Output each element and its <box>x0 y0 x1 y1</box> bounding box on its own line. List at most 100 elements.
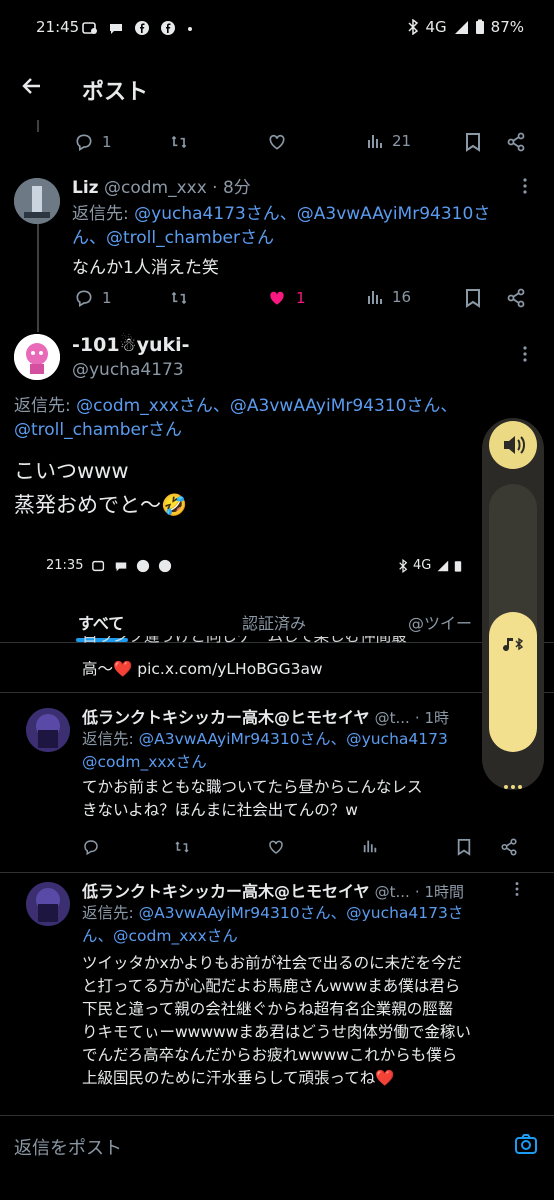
facebook-icon <box>136 559 150 573</box>
heart-filled-icon <box>270 291 284 305</box>
bookmark-button[interactable] <box>464 288 482 308</box>
bookmark-button[interactable] <box>456 838 472 856</box>
volume-more-button[interactable] <box>503 776 523 795</box>
handle[interactable]: @t... <box>375 883 410 901</box>
back-button[interactable] <box>20 74 44 105</box>
share-icon <box>501 838 517 856</box>
reply-mentions[interactable]: @A3vwAAyiMr94310さん、@yucha4173 <box>139 730 448 748</box>
reply-button[interactable]: 1 <box>74 288 112 308</box>
bookmark-icon <box>466 133 480 152</box>
heart-icon <box>269 840 283 854</box>
timestamp: · 1時 <box>414 709 449 727</box>
post-text-line: と打ってる方が心配だよお馬鹿さんwwwまあ僕は君ら <box>82 977 461 995</box>
network-type: 4G <box>425 18 447 36</box>
like-button[interactable] <box>266 838 286 856</box>
reply-mentions[interactable]: @yucha4173さん、@A3vwAAyiMr94310さ <box>134 204 490 224</box>
views-button[interactable] <box>362 838 378 854</box>
display-name[interactable]: 低ランクトキシッカー高木@ヒモセイヤ <box>82 882 370 901</box>
views-button[interactable]: 16 <box>366 288 411 306</box>
like-count: 1 <box>296 289 306 307</box>
display-name[interactable]: Liz <box>72 178 99 198</box>
chat-icon <box>115 562 127 572</box>
repost-icon <box>171 135 187 149</box>
more-options-button[interactable] <box>522 344 528 368</box>
display-name[interactable]: -101☃yuki- <box>72 334 190 356</box>
ringer-mode-button[interactable] <box>489 421 537 469</box>
battery-percent: 87% <box>490 18 524 36</box>
speaker-icon <box>504 436 525 454</box>
reply-mentions[interactable]: @troll_chamberさん <box>14 418 484 442</box>
reply-to: 返信先: @codm_xxxさん、@A3vwAAyiMr94310さん、 @tr… <box>14 394 484 442</box>
media-volume-slider[interactable] <box>489 484 537 752</box>
reply-mentions[interactable]: @codm_xxxさん、@A3vwAAyiMr94310さん、 <box>76 396 457 416</box>
avatar[interactable] <box>14 334 60 380</box>
reply-mentions[interactable]: ん、@troll_chamberさん <box>72 226 542 250</box>
prev-post-actions: 1 21 <box>0 132 554 162</box>
reply-mentions[interactable]: @codm_xxxさん <box>82 751 482 774</box>
status-time: 21:45 <box>36 18 80 36</box>
repost-button[interactable] <box>168 288 190 308</box>
partial-text-line: 自ランク違うけど同じゲームして楽しむ仲間最 <box>82 636 407 645</box>
reply-button[interactable]: 1 <box>74 132 112 152</box>
repost-button[interactable] <box>168 132 190 152</box>
share-button[interactable] <box>506 288 526 308</box>
reply-label: 返信先: <box>72 204 135 224</box>
handle[interactable]: @codm_xxx <box>104 178 207 198</box>
reply-icon <box>76 134 92 151</box>
like-button[interactable]: 1 <box>266 288 306 308</box>
volume-level-fill <box>489 612 537 752</box>
share-button[interactable] <box>500 838 518 856</box>
reply-icon <box>84 840 98 856</box>
embedded-network: 4G <box>413 558 432 573</box>
page-title: ポスト <box>82 80 149 105</box>
avatar[interactable] <box>26 708 70 752</box>
post-text: なんか1人消えた笑 <box>72 258 219 278</box>
share-icon <box>507 288 525 308</box>
embedded-notification-icons <box>92 559 172 573</box>
views-count: 16 <box>392 288 412 306</box>
avatar[interactable] <box>26 882 70 926</box>
arrow-left-icon <box>22 78 40 94</box>
repost-icon <box>171 291 187 305</box>
avatar-image <box>26 882 70 926</box>
post-text-line: こいつwww <box>14 459 129 483</box>
camera-icon <box>515 1134 537 1154</box>
tab-mentions[interactable]: @ツイー <box>408 610 472 634</box>
bookmark-button[interactable] <box>464 132 482 152</box>
reply-input[interactable]: 返信をポスト <box>14 1134 122 1160</box>
battery-icon <box>475 19 484 34</box>
camera-button[interactable] <box>514 1133 538 1159</box>
handle[interactable]: @t... <box>375 709 410 727</box>
more-vertical-icon <box>523 346 527 362</box>
handle[interactable]: @yucha4173 <box>72 360 184 380</box>
post-text: こいつwww 蒸発おめでと〜🤣 <box>14 454 187 522</box>
avatar[interactable] <box>14 178 60 224</box>
thread-line <box>37 120 39 132</box>
more-options-button[interactable] <box>522 176 528 200</box>
reply-to: 返信先: @A3vwAAyiMr94310さん、@yucha4173さ ん、@c… <box>82 902 522 948</box>
partial-text-line: 高〜❤️ pic.x.com/yLHoBGG3aw <box>82 660 323 678</box>
tab-verified[interactable]: 認証済み <box>242 610 306 634</box>
post-text-line: でんだろ高卒なんだからお疲れwwwwこれからも僕ら <box>82 1046 458 1064</box>
heart-icon <box>269 134 285 150</box>
bluetooth-icon <box>408 19 419 35</box>
tab-all[interactable]: すべて <box>78 610 124 634</box>
reply-mentions[interactable]: @A3vwAAyiMr94310さん、@yucha4173さ <box>139 904 464 922</box>
post-text-line: 下民と違って親の会社継ぐからね超有名企業親の脛齧 <box>82 1000 454 1018</box>
reply-button[interactable] <box>82 838 100 856</box>
display-name[interactable]: 低ランクトキシッカー高木@ヒモセイヤ <box>82 708 370 727</box>
reply-label: 返信先: <box>82 730 139 748</box>
views-button[interactable]: 21 <box>366 132 411 150</box>
bookmark-icon <box>466 289 480 308</box>
timestamp: · 8分 <box>212 178 251 198</box>
post-text-line: ツイッタかxかよりもお前が社会で出るのに未だを今だ <box>82 954 463 972</box>
post-header: 低ランクトキシッカー高木@ヒモセイヤ @t... · 1時間 <box>82 878 502 902</box>
more-options-button[interactable] <box>514 880 520 902</box>
like-button[interactable] <box>266 132 288 152</box>
more-vertical-icon <box>523 178 527 194</box>
timestamp: · 1時間 <box>414 883 464 901</box>
reply-mentions[interactable]: ん、@codm_xxxさん <box>82 925 522 948</box>
repost-button[interactable] <box>172 838 192 856</box>
share-button[interactable] <box>506 132 526 152</box>
reply-to: 返信先: @yucha4173さん、@A3vwAAyiMr94310さ ん、@t… <box>72 202 542 250</box>
